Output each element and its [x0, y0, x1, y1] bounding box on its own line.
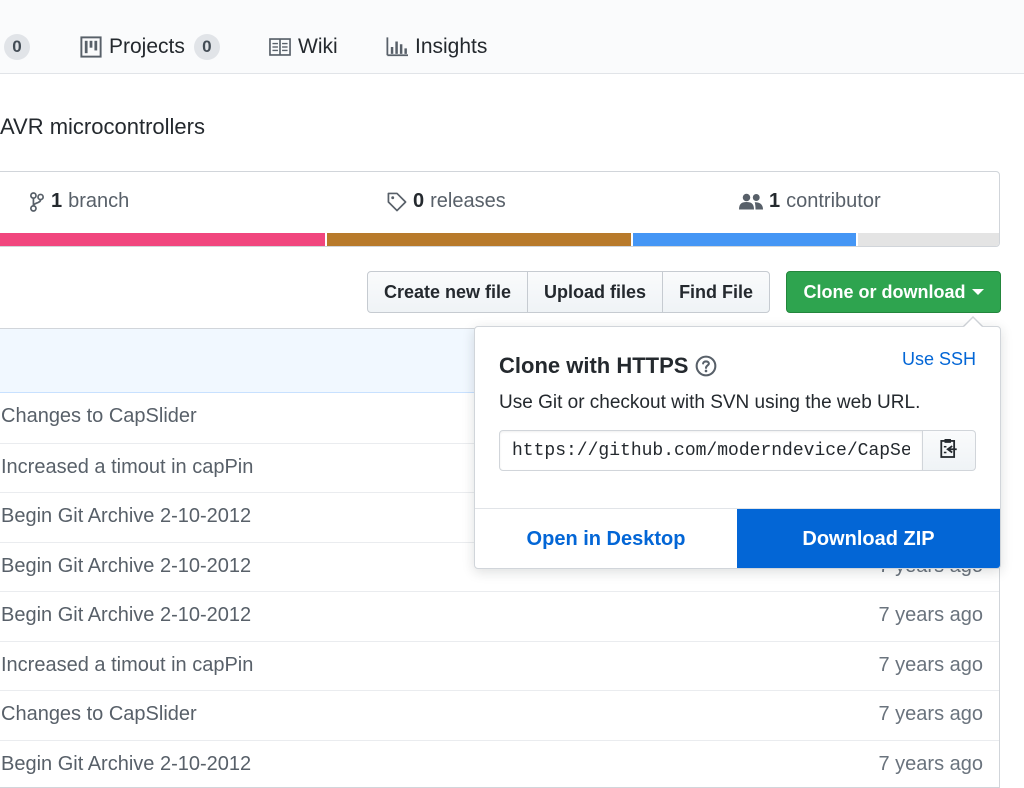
commit-age: 7 years ago	[878, 703, 983, 726]
repo-nav: 0 Projects 0 Wiki Insights	[0, 0, 1024, 74]
issues-counter[interactable]: 0	[4, 34, 30, 60]
releases-link[interactable]: 0 releases	[387, 190, 506, 213]
table-row: Increased a timout in capPin 7 years ago	[0, 641, 999, 691]
release-count: 0	[413, 190, 424, 213]
clone-or-download-button[interactable]: Clone or download	[786, 271, 1001, 313]
use-ssh-link[interactable]: Use SSH	[902, 349, 976, 370]
commit-message-link[interactable]: Begin Git Archive 2-10-2012	[1, 604, 251, 627]
tab-projects[interactable]: Projects 0	[80, 32, 220, 62]
repo-description: AVR microcontrollers	[0, 114, 205, 140]
chevron-down-icon	[972, 289, 984, 295]
commit-age: 7 years ago	[878, 604, 983, 627]
download-zip-button[interactable]: Download ZIP	[737, 509, 1000, 569]
contributor-count: 1	[769, 190, 780, 213]
language-segment[interactable]	[0, 233, 327, 246]
question-icon[interactable]	[695, 355, 717, 377]
contributor-label: contributor	[786, 190, 881, 213]
language-segment[interactable]	[633, 233, 857, 246]
language-segment[interactable]	[858, 233, 999, 246]
project-board-icon	[80, 36, 102, 58]
language-segment[interactable]	[327, 233, 634, 246]
commit-message-link[interactable]: Begin Git Archive 2-10-2012	[1, 753, 251, 776]
upload-files-button[interactable]: Upload files	[528, 272, 663, 312]
contributors-link[interactable]: 1 contributor	[739, 190, 881, 213]
tab-projects-label: Projects	[109, 35, 185, 59]
clone-description: Use Git or checkout with SVN using the w…	[499, 392, 920, 414]
graph-icon	[386, 37, 408, 57]
table-row: Begin Git Archive 2-10-2012 7 years ago	[0, 591, 999, 641]
tab-wiki-label: Wiki	[298, 35, 338, 59]
file-actions: Create new file Upload files Find File	[367, 271, 770, 313]
clone-url-group	[499, 430, 976, 471]
commit-age: 7 years ago	[878, 753, 983, 776]
tag-icon	[387, 192, 407, 212]
clone-title-text: Clone with HTTPS	[499, 353, 688, 379]
commit-message-link[interactable]: Changes to CapSlider	[1, 405, 197, 428]
numbers-summary: 1 branch 0 releases 1 contributor	[0, 171, 1000, 247]
projects-counter: 0	[194, 34, 220, 60]
book-icon	[269, 38, 291, 56]
branch-icon	[29, 192, 45, 212]
branches-link[interactable]: 1 branch	[29, 190, 129, 213]
people-icon	[739, 193, 763, 211]
commit-age: 7 years ago	[878, 654, 983, 677]
find-file-button[interactable]: Find File	[663, 272, 769, 312]
create-new-file-button[interactable]: Create new file	[368, 272, 528, 312]
table-row: Begin Git Archive 2-10-2012 7 years ago	[0, 740, 999, 788]
clone-footer: Open in Desktop Download ZIP	[475, 508, 1000, 569]
tab-insights[interactable]: Insights	[386, 32, 487, 62]
branch-label: branch	[68, 190, 129, 213]
clone-title: Clone with HTTPS	[499, 353, 717, 379]
tab-wiki[interactable]: Wiki	[269, 32, 338, 62]
commit-message-link[interactable]: Increased a timout in capPin	[1, 456, 253, 479]
commit-message-link[interactable]: Begin Git Archive 2-10-2012	[1, 555, 251, 578]
language-bar[interactable]	[0, 233, 999, 246]
clone-or-download-label: Clone or download	[804, 282, 966, 303]
commit-message-link[interactable]: Begin Git Archive 2-10-2012	[1, 505, 251, 528]
release-label: releases	[430, 190, 506, 213]
clone-dropdown: Clone with HTTPS Use SSH Use Git or chec…	[474, 326, 1001, 569]
branch-count: 1	[51, 190, 62, 213]
table-row: Changes to CapSlider 7 years ago	[0, 690, 999, 740]
open-in-desktop-button[interactable]: Open in Desktop	[475, 509, 737, 569]
commit-message-link[interactable]: Increased a timout in capPin	[1, 654, 253, 677]
dropdown-caret-inner	[964, 318, 982, 327]
clone-url-input[interactable]	[499, 430, 923, 471]
clipboard-icon	[940, 437, 958, 464]
copy-url-button[interactable]	[923, 430, 976, 471]
commit-message-link[interactable]: Changes to CapSlider	[1, 703, 197, 726]
tab-insights-label: Insights	[415, 35, 487, 59]
